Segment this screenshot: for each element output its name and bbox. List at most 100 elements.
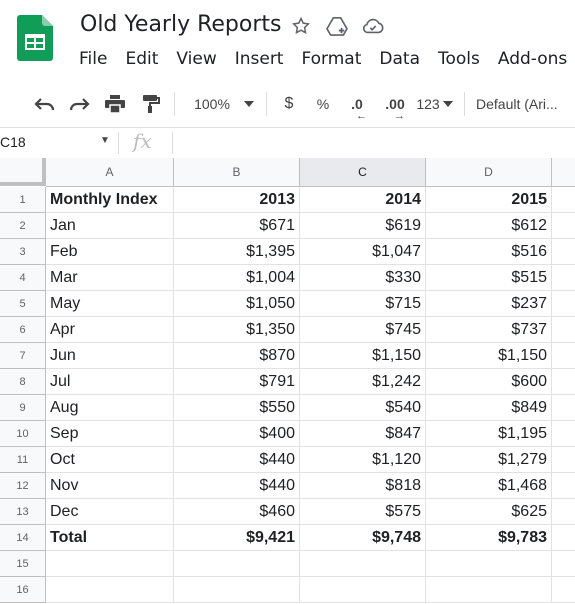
table-cell[interactable]	[552, 291, 575, 317]
font-family-select[interactable]: Default (Ari...	[476, 80, 575, 127]
table-cell[interactable]: $671	[174, 213, 300, 239]
select-all-corner[interactable]	[0, 158, 46, 186]
table-cell[interactable]: 2013	[174, 187, 300, 213]
menu-add-ons[interactable]: Add-ons	[489, 47, 575, 71]
table-cell[interactable]	[552, 577, 575, 603]
table-cell[interactable]	[552, 395, 575, 421]
table-cell[interactable]: Jan	[46, 213, 174, 239]
table-cell[interactable]: $715	[300, 291, 426, 317]
table-cell[interactable]: $516	[426, 239, 552, 265]
table-cell[interactable]: Aug	[46, 395, 174, 421]
cloud-saved-icon[interactable]	[362, 15, 384, 37]
table-cell[interactable]	[552, 447, 575, 473]
row-header[interactable]: 4	[0, 265, 46, 291]
name-box[interactable]: C18	[0, 134, 26, 150]
table-cell[interactable]: $745	[300, 317, 426, 343]
table-cell[interactable]: $1,350	[174, 317, 300, 343]
table-cell[interactable]: May	[46, 291, 174, 317]
table-cell[interactable]: $1,150	[300, 343, 426, 369]
table-cell[interactable]: $1,004	[174, 265, 300, 291]
table-cell[interactable]: $575	[300, 499, 426, 525]
table-cell[interactable]	[300, 577, 426, 603]
row-header[interactable]: 2	[0, 213, 46, 239]
row-header[interactable]: 9	[0, 395, 46, 421]
menu-format[interactable]: Format	[292, 47, 370, 71]
menu-insert[interactable]: Insert	[226, 47, 293, 71]
zoom-select[interactable]: 100%	[186, 80, 238, 127]
sheets-logo-icon[interactable]	[17, 15, 53, 61]
row-header[interactable]: 8	[0, 369, 46, 395]
table-cell[interactable]: $1,150	[426, 343, 552, 369]
table-cell[interactable]: Feb	[46, 239, 174, 265]
table-cell[interactable]: $619	[300, 213, 426, 239]
table-cell[interactable]: $1,050	[174, 291, 300, 317]
row-header[interactable]: 10	[0, 421, 46, 447]
table-cell[interactable]: $1,468	[426, 473, 552, 499]
table-cell[interactable]: $1,279	[426, 447, 552, 473]
table-cell[interactable]: Monthly Index	[46, 187, 174, 213]
table-cell[interactable]: $9,783	[426, 525, 552, 551]
table-cell[interactable]: $1,395	[174, 239, 300, 265]
row-header[interactable]: 6	[0, 317, 46, 343]
table-cell[interactable]	[552, 473, 575, 499]
table-cell[interactable]: $9,421	[174, 525, 300, 551]
table-cell[interactable]: $791	[174, 369, 300, 395]
table-cell[interactable]: $237	[426, 291, 552, 317]
move-to-drive-icon[interactable]	[326, 15, 348, 37]
currency-format-button[interactable]: $	[278, 80, 300, 127]
zoom-dropdown-icon[interactable]	[240, 80, 258, 127]
menu-view[interactable]: View	[167, 47, 225, 71]
table-cell[interactable]: $440	[174, 473, 300, 499]
table-cell[interactable]: Nov	[46, 473, 174, 499]
decrease-decimal-button[interactable]: .0 ←	[344, 80, 370, 127]
table-cell[interactable]	[426, 577, 552, 603]
table-cell[interactable]	[552, 317, 575, 343]
row-header[interactable]: 5	[0, 291, 46, 317]
table-cell[interactable]	[552, 499, 575, 525]
table-cell[interactable]: $400	[174, 421, 300, 447]
table-cell[interactable]: Apr	[46, 317, 174, 343]
table-cell[interactable]: $870	[174, 343, 300, 369]
row-header[interactable]: 1	[0, 187, 46, 213]
table-cell[interactable]: $515	[426, 265, 552, 291]
document-title[interactable]: Old Yearly Reports	[80, 12, 281, 37]
redo-icon[interactable]	[66, 80, 92, 127]
table-cell[interactable]: $440	[174, 447, 300, 473]
row-header[interactable]: 15	[0, 551, 46, 577]
table-cell[interactable]	[552, 239, 575, 265]
table-cell[interactable]: Total	[46, 525, 174, 551]
table-cell[interactable]	[552, 551, 575, 577]
row-header[interactable]: 12	[0, 473, 46, 499]
menu-data[interactable]: Data	[370, 47, 429, 71]
table-cell[interactable]	[552, 187, 575, 213]
table-cell[interactable]: $550	[174, 395, 300, 421]
table-cell[interactable]: Dec	[46, 499, 174, 525]
table-cell[interactable]: $612	[426, 213, 552, 239]
table-cell[interactable]: $9,748	[300, 525, 426, 551]
table-cell[interactable]: $737	[426, 317, 552, 343]
column-header-d[interactable]: D	[426, 158, 552, 187]
menu-edit[interactable]: Edit	[116, 47, 167, 71]
table-cell[interactable]: 2015	[426, 187, 552, 213]
table-cell[interactable]: $1,120	[300, 447, 426, 473]
increase-decimal-button[interactable]: .00 →	[380, 80, 410, 127]
table-cell[interactable]: $540	[300, 395, 426, 421]
column-header-e[interactable]	[552, 158, 575, 187]
undo-icon[interactable]	[32, 80, 58, 127]
table-cell[interactable]: $1,242	[300, 369, 426, 395]
table-cell[interactable]: $818	[300, 473, 426, 499]
table-cell[interactable]	[46, 577, 174, 603]
row-header[interactable]: 7	[0, 343, 46, 369]
star-icon[interactable]	[290, 15, 312, 37]
more-formats-button[interactable]: 123	[414, 80, 442, 127]
percent-format-button[interactable]: %	[312, 80, 334, 127]
table-cell[interactable]: $600	[426, 369, 552, 395]
table-cell[interactable]	[552, 343, 575, 369]
formula-input[interactable]	[180, 134, 570, 154]
row-header[interactable]: 11	[0, 447, 46, 473]
table-cell[interactable]	[552, 525, 575, 551]
row-header[interactable]: 14	[0, 525, 46, 551]
table-cell[interactable]: $625	[426, 499, 552, 525]
table-cell[interactable]	[552, 265, 575, 291]
table-cell[interactable]	[174, 551, 300, 577]
